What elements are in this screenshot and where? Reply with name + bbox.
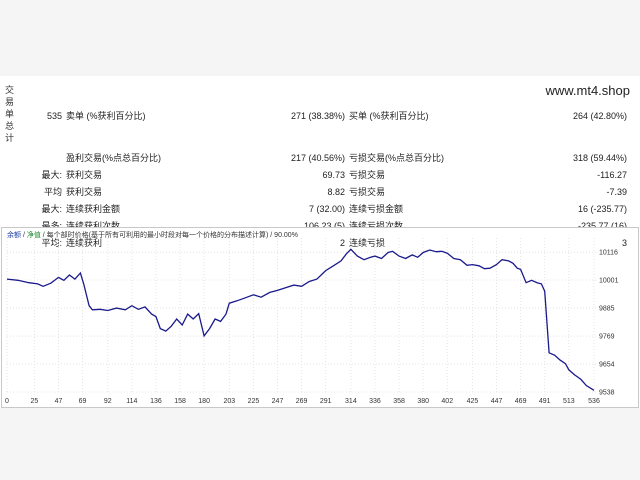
- x-tick-label: 402: [441, 398, 453, 405]
- y-tick-label: 9769: [599, 334, 615, 341]
- x-tick-label: 158: [174, 398, 186, 405]
- x-tick-label: 180: [198, 398, 210, 405]
- x-tick-label: 491: [539, 398, 551, 405]
- y-axis-ticks: 10116 10001 9885 9769 9654 9538: [599, 250, 619, 397]
- x-tick-label: 380: [417, 398, 429, 405]
- bottom-band: [0, 408, 640, 480]
- x-tick-label: 269: [296, 398, 308, 405]
- x-tick-label: 469: [515, 398, 527, 405]
- y-tick-label: 10116: [599, 250, 618, 257]
- y-tick-label: 9654: [599, 361, 615, 368]
- x-tick-label: 536: [588, 398, 600, 405]
- x-tick-label: 425: [467, 398, 479, 405]
- x-tick-label: 247: [272, 398, 284, 405]
- x-axis-ticks: 0 25 47 69 92 114 136 158 180 203 225 247 269 291 314 3…: [5, 398, 600, 405]
- x-tick-label: 447: [491, 398, 503, 405]
- x-tick-label: 136: [150, 398, 162, 405]
- x-tick-label: 314: [345, 398, 357, 405]
- y-tick-label: 10001: [599, 278, 619, 285]
- x-tick-label: 358: [393, 398, 405, 405]
- x-tick-label: 69: [79, 398, 87, 405]
- x-tick-label: 291: [320, 398, 332, 405]
- x-tick-label: 225: [248, 398, 260, 405]
- x-tick-label: 114: [126, 398, 137, 405]
- y-tick-label: 9538: [599, 390, 615, 397]
- x-tick-label: 513: [563, 398, 575, 405]
- x-tick-label: 47: [55, 398, 63, 405]
- x-tick-label: 336: [369, 398, 381, 405]
- x-tick-label: 25: [30, 398, 38, 405]
- chart-grid: [6, 238, 596, 394]
- y-tick-label: 9885: [599, 306, 615, 313]
- x-tick-label: 0: [5, 398, 9, 405]
- x-tick-label: 92: [104, 398, 112, 405]
- x-tick-label: 203: [223, 398, 235, 405]
- balance-series-line: [6, 248, 595, 391]
